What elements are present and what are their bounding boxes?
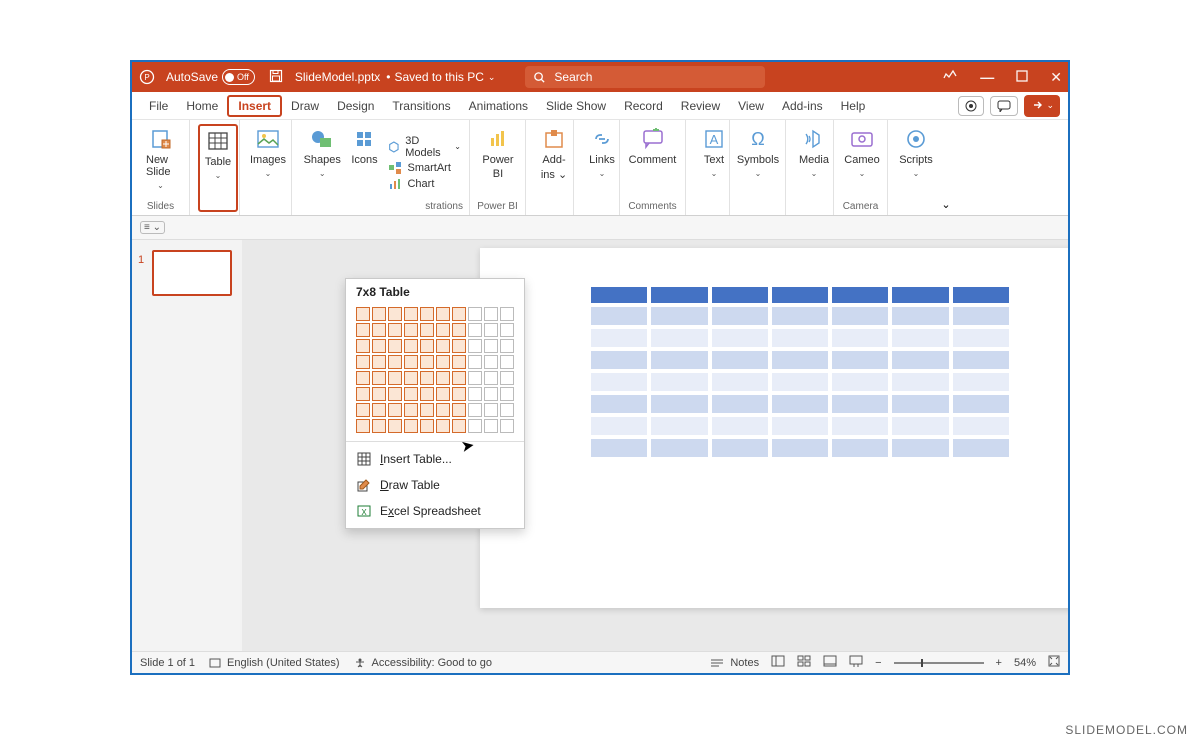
powerpoint-icon: P [138,68,156,86]
save-icon[interactable] [269,69,283,86]
thumb-index: 1 [138,254,144,266]
search-icon [533,71,546,84]
slide-counter: Slide 1 of 1 [140,657,195,669]
scripts-button[interactable]: Scripts⌄ [896,124,936,212]
view-reading-button[interactable] [823,655,837,670]
tab-view[interactable]: View [729,92,773,120]
tab-slideshow[interactable]: Slide Show [537,92,615,120]
notes-toggle[interactable]: Notes [710,657,759,669]
tab-addins[interactable]: Add-ins [773,92,832,120]
tab-animations[interactable]: Animations [460,92,537,120]
ribbon-collapse-button[interactable]: ⌄ [938,120,954,215]
addins-button[interactable]: Add-ins ⌄ [534,124,574,212]
view-sorter-button[interactable] [797,655,811,670]
outline-toggle[interactable]: ≡ ⌄ [140,221,165,234]
comments-pane-button[interactable] [990,96,1018,116]
new-slide-button[interactable]: New Slide⌄ [140,124,181,201]
ribbon: New Slide⌄ Slides Table⌄ Images⌄ Shapes⌄… [132,120,1068,216]
svg-text:X: X [361,508,367,517]
comment-button[interactable]: Comment [628,124,677,201]
zoom-in-button[interactable]: + [996,657,1002,669]
maximize-button[interactable] [1016,69,1028,85]
links-button[interactable]: Links⌄ [582,124,622,212]
saved-location[interactable]: •Saved to this PC⌄ [386,70,495,84]
autosave-toggle[interactable]: Off [222,69,255,85]
3d-models-button[interactable]: 3D Models⌄ [388,134,461,160]
file-name: SlideModel.pptx [295,70,380,84]
images-button[interactable]: Images⌄ [248,124,288,212]
chart-button[interactable]: Chart [388,176,461,192]
excel-spreadsheet-menu-item[interactable]: XExcel Spreadsheet [346,498,524,524]
symbols-button[interactable]: ΩSymbols⌄ [738,124,778,212]
shapes-button[interactable]: Shapes⌄ [300,124,344,201]
status-bar: Slide 1 of 1 English (United States) Acc… [132,651,1068,673]
view-slideshow-button[interactable] [849,655,863,670]
smartart-button[interactable]: SmartArt [388,160,461,176]
power-bi-button[interactable]: PowerBI [478,124,518,201]
accessibility-status[interactable]: Accessibility: Good to go [354,657,492,669]
view-normal-button[interactable] [771,655,785,670]
share-button[interactable]: ⌄ [1024,95,1060,117]
tab-transitions[interactable]: Transitions [383,92,459,120]
slide-canvas[interactable] [480,248,1068,608]
zoom-out-button[interactable]: − [875,657,881,669]
inserted-table-preview [588,284,1012,460]
tab-draw[interactable]: Draw [282,92,328,120]
language-status[interactable]: English (United States) [209,657,340,669]
autosave-label: AutoSave [166,70,218,84]
draw-table-menu-item[interactable]: Draw Table [346,472,524,498]
svg-text:Ω: Ω [751,129,764,149]
table-button[interactable]: Table⌄ [198,124,238,212]
titlebar: P AutoSave Off SlideModel.pptx •Saved to… [132,62,1068,92]
tab-design[interactable]: Design [328,92,383,120]
table-insert-dropdown: 7x8 Table Insert Table... Draw Table XEx… [345,278,525,529]
insert-table-menu-item[interactable]: Insert Table... [346,446,524,472]
table-size-grid[interactable] [346,303,524,441]
cameo-button[interactable]: Cameo⌄ [842,124,882,201]
minimize-button[interactable]: — [980,69,994,85]
svg-text:P: P [144,73,149,82]
tab-file[interactable]: File [140,92,177,120]
tab-record[interactable]: Record [615,92,672,120]
tab-help[interactable]: Help [832,92,875,120]
zoom-percent[interactable]: 54% [1014,657,1036,669]
watermark: SLIDEMODEL.COM [1065,723,1188,737]
svg-text:A: A [710,132,719,147]
slide-thumbnails: 1 [132,240,242,651]
fit-to-window-button[interactable] [1048,655,1060,670]
quick-access-row: ≡ ⌄ [132,216,1068,240]
text-button[interactable]: AText⌄ [694,124,734,212]
search-box[interactable]: Search [525,66,765,88]
zoom-slider[interactable] [894,662,984,664]
table-size-label: 7x8 Table [346,279,524,303]
media-button[interactable]: Media⌄ [794,124,834,212]
close-button[interactable]: ✕ [1050,69,1062,86]
ribbon-tabs: File Home Insert Draw Design Transitions… [132,92,1068,120]
coming-soon-icon[interactable] [942,68,958,87]
tab-review[interactable]: Review [672,92,729,120]
icons-button[interactable]: Icons [344,124,384,201]
app-window: P AutoSave Off SlideModel.pptx •Saved to… [130,60,1070,675]
record-indicator-button[interactable] [958,96,984,116]
tab-insert[interactable]: Insert [227,95,282,117]
slide-thumbnail-1[interactable] [152,250,232,296]
tab-home[interactable]: Home [177,92,227,120]
